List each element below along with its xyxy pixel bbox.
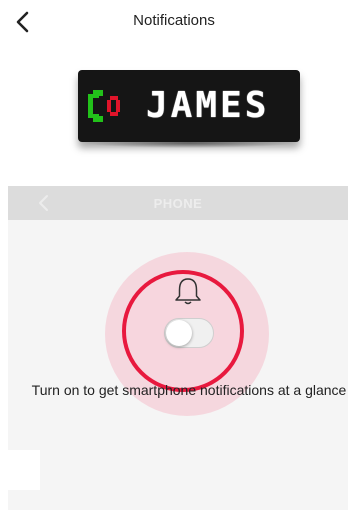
bell-icon <box>175 278 201 305</box>
section-header: PHONE <box>8 186 348 220</box>
notifications-toggle[interactable] <box>164 318 214 348</box>
toggle-description: Turn on to get smartphone notifications … <box>31 382 347 398</box>
navigation-bar: Notifications <box>0 0 348 44</box>
device-display: JAMES <box>78 70 300 142</box>
section-title: PHONE <box>153 196 203 211</box>
page-title: Notifications <box>133 12 215 29</box>
phone-ringing-icon <box>88 90 120 122</box>
panel-corner <box>8 450 40 490</box>
device-name-text: JAMES <box>146 85 270 126</box>
toggle-knob[interactable] <box>166 320 192 346</box>
lametric-device-preview: JAMES <box>78 70 300 148</box>
